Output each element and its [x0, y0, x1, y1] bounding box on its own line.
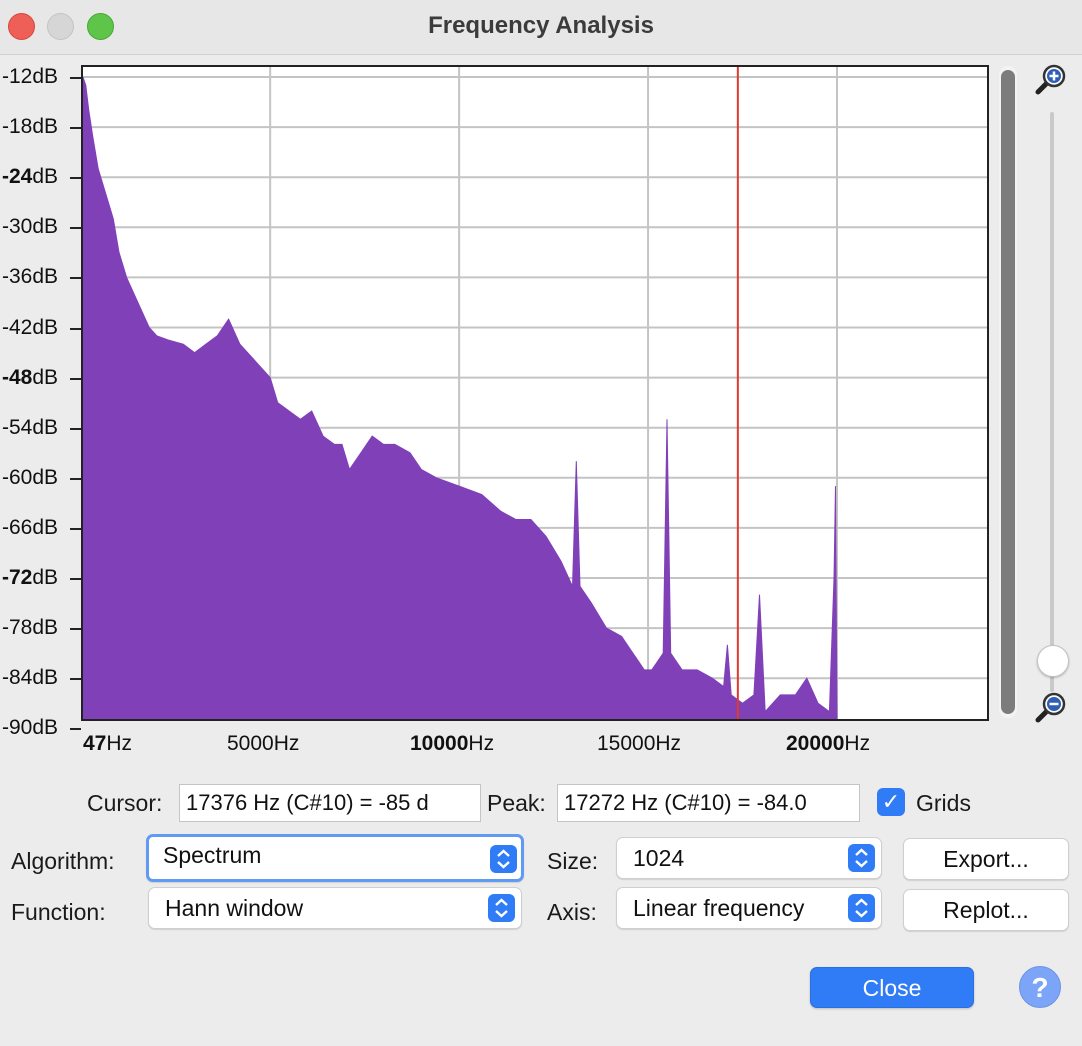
window-title: Frequency Analysis: [428, 12, 654, 39]
y-tick-label-text: -60dB: [2, 465, 59, 489]
y-tick-label-bold: -24: [2, 165, 33, 189]
updown-chevron-icon: [490, 845, 517, 873]
updown-chevron-icon: [488, 894, 515, 922]
cursor-value-field[interactable]: 17376 Hz (C#10) = -85 d: [179, 784, 481, 822]
y-tick-mark: [70, 127, 81, 130]
y-tick-label: -24dB: [2, 165, 78, 189]
zoom-slider-knob[interactable]: [1037, 645, 1069, 677]
cursor-label: Cursor:: [87, 790, 163, 816]
y-tick-label-text: -78dB: [2, 616, 59, 640]
y-tick-label: -90dB: [2, 716, 78, 740]
algorithm-select-value: Spectrum: [163, 842, 262, 868]
peak-value-field[interactable]: 17272 Hz (C#10) = -84.0: [557, 784, 860, 822]
zoom-out-icon[interactable]: [1034, 690, 1068, 724]
peak-label: Peak:: [487, 790, 546, 816]
y-tick-label: -48dB: [2, 366, 78, 390]
x-tick-label-text: Hz: [844, 732, 871, 755]
x-tick-label-bold: 20000: [786, 732, 845, 755]
y-tick-label: -66dB: [2, 516, 78, 540]
x-tick-label-text: Hz: [468, 732, 495, 755]
checkmark-icon: ✓: [881, 789, 901, 814]
y-tick-label: -12dB: [2, 65, 78, 89]
y-tick-label-bold: -72: [2, 566, 33, 589]
question-mark-icon: ?: [1031, 972, 1049, 1003]
algorithm-label: Algorithm:: [11, 848, 115, 874]
close-button[interactable]: Close: [810, 967, 974, 1008]
x-tick-label-bold: 10000: [410, 732, 469, 755]
y-tick-label: -54dB: [2, 416, 78, 440]
y-tick-label: -36dB: [2, 265, 78, 289]
spectrum-plot[interactable]: [81, 65, 989, 721]
x-tick-label: 10000Hz: [410, 732, 494, 756]
y-tick-label: -84dB: [2, 666, 78, 690]
zoom-in-icon[interactable]: [1034, 62, 1068, 96]
updown-chevron-icon: [848, 844, 875, 872]
zoom-slider-track[interactable]: [1050, 112, 1054, 692]
y-tick-mark: [70, 628, 81, 631]
y-tick-label-text: -36dB: [2, 265, 59, 289]
y-tick-label: -42dB: [2, 316, 78, 340]
y-tick-mark: [70, 327, 81, 330]
y-tick-label: -60dB: [2, 466, 78, 490]
axis-select[interactable]: Linear frequency: [616, 887, 882, 929]
y-tick-mark: [70, 578, 81, 580]
y-tick-mark: [70, 427, 81, 430]
function-label: Function:: [11, 899, 106, 925]
grids-checkbox[interactable]: ✓: [877, 788, 905, 816]
axis-select-value: Linear frequency: [633, 895, 805, 921]
scrollbar-thumb[interactable]: [1001, 70, 1015, 714]
x-tick-label-text: Hz: [106, 732, 133, 755]
y-tick-label-text: -18dB: [2, 115, 59, 139]
x-tick-label: 15000Hz: [597, 732, 681, 756]
y-tick-label: -18dB: [2, 115, 78, 139]
export-button[interactable]: Export...: [903, 838, 1069, 880]
y-tick-label-bold: -48: [2, 365, 33, 389]
function-select[interactable]: Hann window: [148, 887, 522, 929]
y-tick-label-text: -90dB: [2, 716, 59, 740]
y-tick-label-text: -84dB: [2, 666, 59, 690]
y-tick-mark: [70, 77, 81, 79]
y-tick-label-text: dB: [32, 165, 59, 189]
y-tick-label: -30dB: [2, 215, 78, 239]
y-tick-mark: [70, 227, 81, 230]
y-tick-label-text: -30dB: [2, 215, 59, 239]
size-label: Size:: [547, 848, 599, 874]
y-tick-label-text: -42dB: [2, 315, 59, 339]
x-tick-label-text: 15000Hz: [597, 732, 682, 755]
algorithm-select[interactable]: Spectrum: [146, 834, 524, 882]
y-tick-mark: [70, 377, 81, 380]
x-tick-label: 5000Hz: [227, 732, 299, 756]
x-tick-label-bold: 47: [83, 732, 107, 755]
x-tick-label: 47Hz: [83, 732, 132, 756]
vertical-scrollbar[interactable]: [999, 66, 1017, 718]
y-tick-mark: [70, 177, 81, 180]
x-tick-label-text: 5000Hz: [227, 732, 300, 755]
y-tick-mark: [70, 477, 81, 480]
y-tick-label-text: -54dB: [2, 415, 59, 439]
y-tick-label-text: -66dB: [2, 515, 59, 539]
y-tick-mark: [70, 277, 81, 280]
y-tick-label-text: dB: [32, 566, 59, 589]
size-select-value: 1024: [633, 845, 685, 871]
axis-label: Axis:: [547, 899, 597, 925]
y-tick-mark: [70, 678, 81, 681]
y-tick-label-text: dB: [32, 365, 59, 389]
grids-label: Grids: [916, 790, 971, 816]
y-tick-mark: [70, 728, 81, 731]
y-tick-label-text: -12dB: [2, 65, 59, 88]
x-tick-label: 20000Hz: [786, 732, 870, 756]
size-select[interactable]: 1024: [616, 837, 882, 879]
y-tick-label: -72dB: [2, 566, 78, 590]
function-select-value: Hann window: [165, 895, 304, 921]
updown-chevron-icon: [848, 894, 875, 922]
y-tick-mark: [70, 527, 81, 530]
help-button[interactable]: ?: [1019, 966, 1061, 1008]
replot-button[interactable]: Replot...: [903, 889, 1069, 931]
y-tick-label: -78dB: [2, 616, 78, 640]
title-bar: Frequency Analysis: [0, 0, 1082, 55]
spectrum-chart: [83, 67, 987, 719]
